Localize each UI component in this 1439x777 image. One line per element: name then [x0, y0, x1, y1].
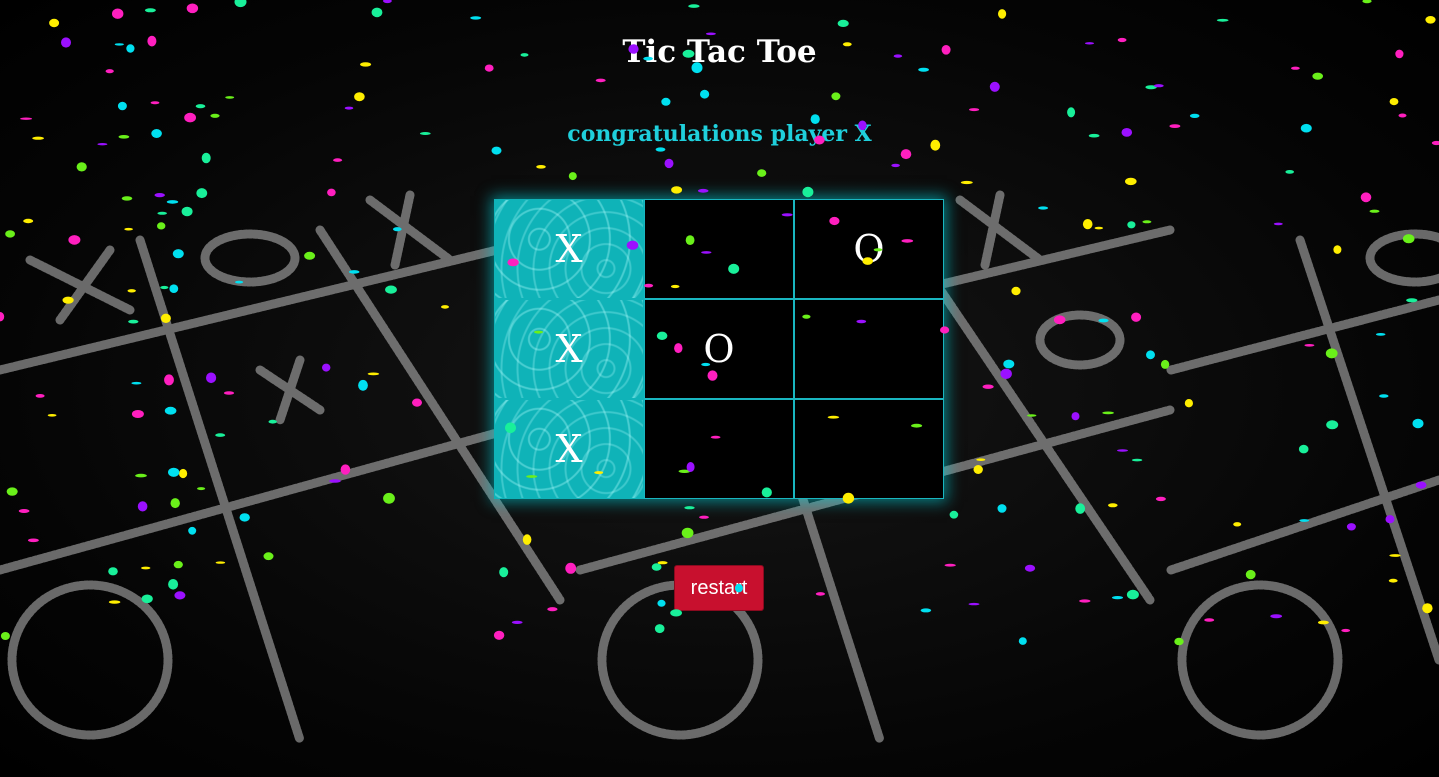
board-cell-1[interactable]: X — [494, 199, 644, 299]
board-cell-4[interactable]: X — [494, 299, 644, 399]
page-title: Tic Tac Toe — [622, 34, 817, 70]
restart-button[interactable]: restart — [674, 565, 764, 611]
winner-message: congratulations player X — [567, 121, 872, 147]
board-cell-8[interactable] — [644, 399, 794, 499]
board-cell-6[interactable] — [794, 299, 944, 399]
board-cell-9[interactable] — [794, 399, 944, 499]
board-cell-3[interactable]: O — [794, 199, 944, 299]
board-cell-2[interactable] — [644, 199, 794, 299]
board-cell-7[interactable]: X — [494, 399, 644, 499]
board-cell-5[interactable]: O — [644, 299, 794, 399]
game-board: X O X O X — [494, 199, 944, 499]
